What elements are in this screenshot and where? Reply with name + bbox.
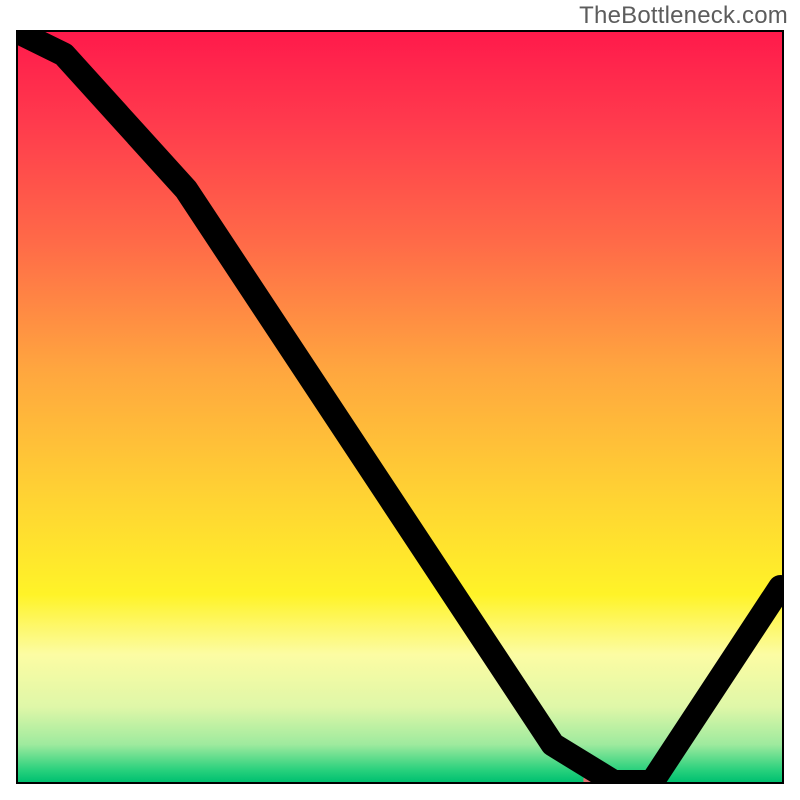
watermark-text: TheBottleneck.com [579,2,788,30]
plot-area [16,30,784,784]
bottleneck-curve [18,32,780,782]
curve-layer [18,32,782,782]
chart-frame: TheBottleneck.com [0,0,800,800]
